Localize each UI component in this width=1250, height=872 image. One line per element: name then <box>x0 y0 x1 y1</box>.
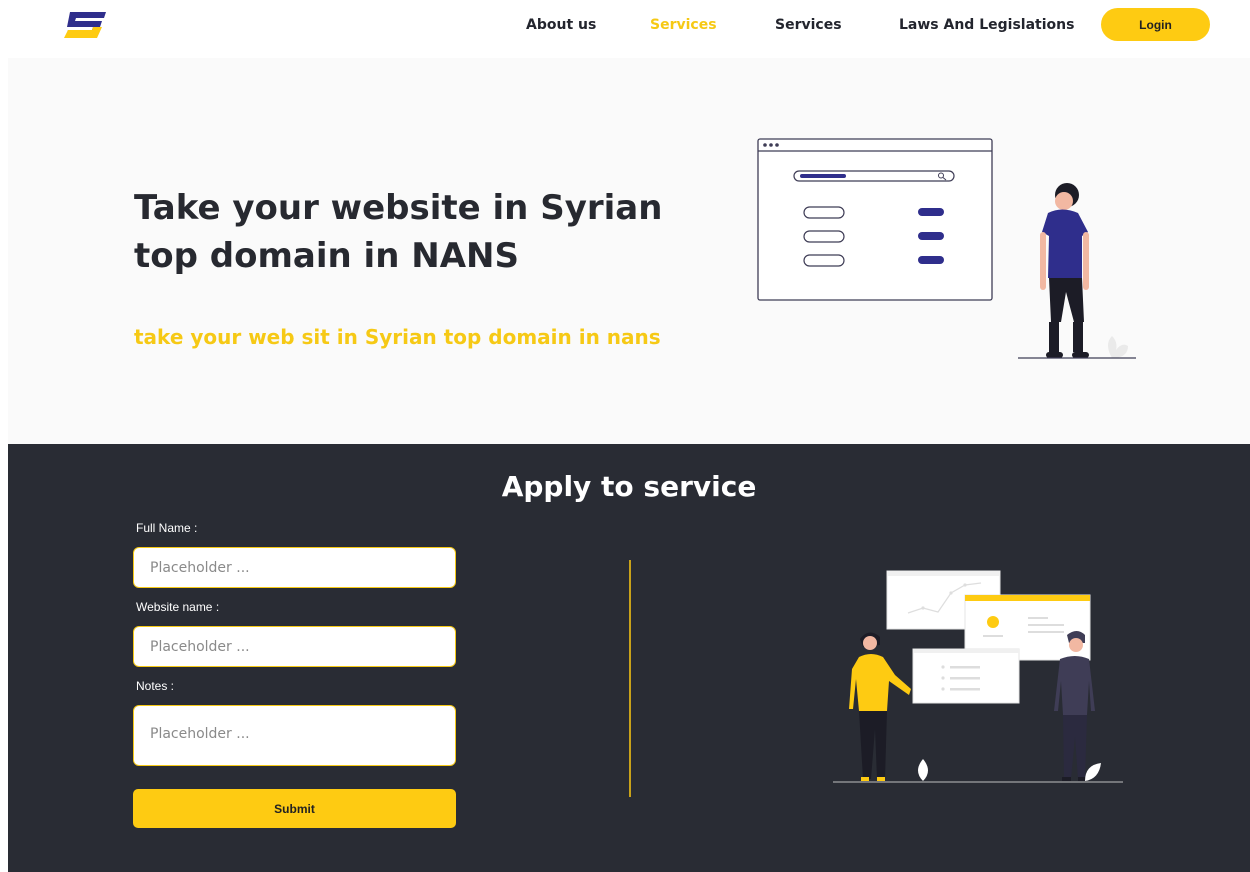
brand-logo-icon[interactable] <box>62 8 110 42</box>
login-button[interactable]: Login <box>1101 8 1210 41</box>
website-name-input[interactable] <box>133 626 456 667</box>
full-name-input[interactable] <box>133 547 456 588</box>
apply-title: Apply to service <box>501 470 757 503</box>
apply-section: Apply to service Full Name : Website nam… <box>8 444 1250 872</box>
notes-label: Notes : <box>136 679 175 693</box>
nav-services-active[interactable]: Services <box>650 17 717 33</box>
website-browsing-illustration <box>757 138 1136 359</box>
full-name-label: Full Name : <box>136 521 198 535</box>
nav-about-us[interactable]: About us <box>526 17 596 33</box>
submit-button[interactable]: Submit <box>133 789 456 828</box>
hero-title: Take your website in Syrian top domain i… <box>134 188 663 276</box>
hero-section: Take your website in Syrian top domain i… <box>8 58 1250 444</box>
top-navbar: About us Services Services Laws And Legi… <box>0 0 1250 58</box>
hero-subtitle: take your web sit in Syrian top domain i… <box>134 325 661 349</box>
website-name-label: Website name : <box>136 600 220 614</box>
notes-textarea[interactable] <box>133 705 456 766</box>
section-divider <box>629 560 631 797</box>
nav-services[interactable]: Services <box>775 17 842 33</box>
nav-laws-and-legislations[interactable]: Laws And Legislations <box>899 17 1074 33</box>
team-dashboard-illustration <box>833 570 1123 783</box>
